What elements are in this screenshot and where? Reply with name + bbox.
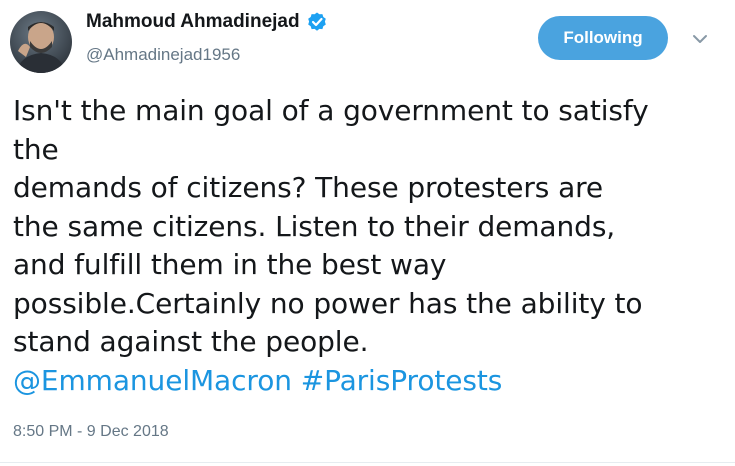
chevron-down-icon[interactable] [690,30,710,48]
avatar-image [16,22,66,73]
tweet-links-line: @EmmanuelMacron #ParisProtests [13,362,725,401]
hashtag-link[interactable]: #ParisProtests [301,364,503,397]
author-name-row: Mahmoud Ahmadinejad [86,11,328,33]
tweet-card: Mahmoud Ahmadinejad @Ahmadinejad1956 Fol… [0,0,735,466]
following-button[interactable]: Following [538,16,668,60]
tweet-line: demands of citizens? These protesters ar… [13,171,604,204]
tweet-line: the [13,132,59,166]
tweet-text: Isn't the main goal of a government to s… [13,92,725,400]
display-name[interactable]: Mahmoud Ahmadinejad [86,11,300,33]
divider [0,462,735,463]
tweet-line: and fulfill them in the best way [13,248,447,281]
tweet-line: stand against the people. [13,325,369,358]
tweet-line: Isn't the main goal of a government to s… [13,94,649,127]
tweet-timestamp[interactable]: 8:50 PM - 9 Dec 2018 [13,423,169,441]
verified-badge-icon [306,11,328,33]
avatar[interactable] [10,11,72,73]
tweet-line: possible.Certainly no power has the abil… [13,286,643,320]
author-handle[interactable]: @Ahmadinejad1956 [86,45,240,65]
tweet-line: the same citizens. Listen to their deman… [13,209,616,243]
mention-link[interactable]: @EmmanuelMacron [13,364,292,397]
